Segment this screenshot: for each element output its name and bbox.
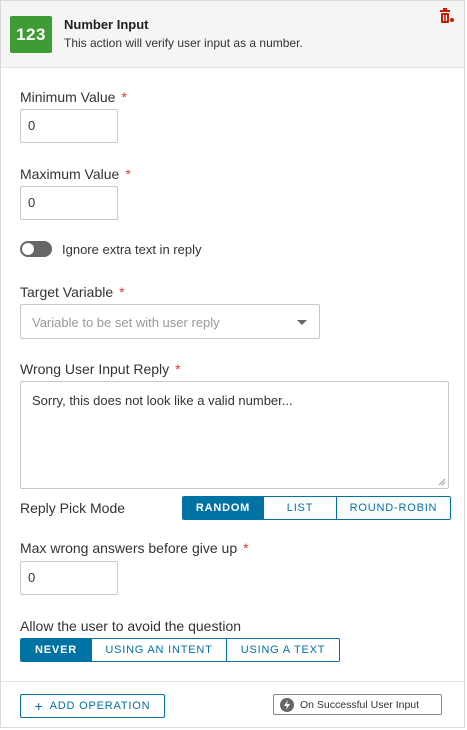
toggle-knob bbox=[22, 243, 34, 255]
toggle-label: Ignore extra text in reply bbox=[62, 241, 202, 257]
reply-pick-mode-label: Reply Pick Mode bbox=[20, 500, 126, 516]
avoid-using-text-button[interactable]: USING A TEXT bbox=[226, 639, 339, 661]
required-marker: * bbox=[243, 540, 249, 556]
required-marker: * bbox=[125, 166, 131, 182]
action-title: Number Input bbox=[64, 17, 149, 32]
number-input-panel: 123 Number Input This action will verify… bbox=[0, 0, 465, 728]
add-operation-button[interactable]: + ADD OPERATION bbox=[20, 694, 165, 718]
on-successful-input-button[interactable]: On Successful User Input bbox=[273, 694, 442, 715]
max-value-input[interactable]: 0 bbox=[20, 186, 118, 220]
avoid-never-button[interactable]: NEVER bbox=[21, 639, 91, 661]
max-value-label: Maximum Value * bbox=[20, 166, 131, 182]
ignore-extra-text-toggle[interactable] bbox=[20, 241, 52, 257]
avoid-question-segmented: NEVER USING AN INTENT USING A TEXT bbox=[20, 638, 340, 662]
ignore-extra-text-toggle-row: Ignore extra text in reply bbox=[20, 241, 201, 257]
pick-mode-round-robin-button[interactable]: ROUND-ROBIN bbox=[336, 497, 450, 519]
avoid-question-label: Allow the user to avoid the question bbox=[20, 618, 242, 634]
add-operation-label: ADD OPERATION bbox=[49, 700, 151, 712]
number-badge-icon: 123 bbox=[10, 16, 52, 53]
required-marker: * bbox=[119, 284, 125, 300]
avoid-using-intent-button[interactable]: USING AN INTENT bbox=[91, 639, 226, 661]
min-value-label: Minimum Value * bbox=[20, 89, 127, 105]
required-marker: * bbox=[121, 89, 127, 105]
resize-grip-icon[interactable] bbox=[438, 478, 446, 486]
target-variable-label: Target Variable * bbox=[20, 284, 125, 300]
wrong-reply-label: Wrong User Input Reply * bbox=[20, 361, 181, 377]
wrong-reply-text: Sorry, this does not look like a valid n… bbox=[32, 393, 293, 408]
wrong-reply-textarea[interactable]: Sorry, this does not look like a valid n… bbox=[20, 381, 449, 489]
max-wrong-label: Max wrong answers before give up * bbox=[20, 540, 249, 556]
reply-pick-mode-segmented: RANDOM LIST ROUND-ROBIN bbox=[182, 496, 451, 520]
pick-mode-random-button[interactable]: RANDOM bbox=[183, 497, 263, 519]
action-header: 123 Number Input This action will verify… bbox=[1, 1, 464, 68]
select-placeholder: Variable to be set with user reply bbox=[32, 315, 220, 330]
on-successful-input-label: On Successful User Input bbox=[300, 698, 420, 711]
lightning-icon bbox=[280, 697, 294, 712]
trash-icon[interactable] bbox=[440, 7, 454, 23]
action-description: This action will verify user input as a … bbox=[64, 36, 303, 50]
pick-mode-list-button[interactable]: LIST bbox=[263, 497, 336, 519]
min-value-input[interactable]: 0 bbox=[20, 109, 118, 143]
max-wrong-input[interactable]: 0 bbox=[20, 561, 118, 595]
footer-divider bbox=[1, 681, 464, 682]
plus-icon: + bbox=[34, 698, 44, 714]
target-variable-select[interactable]: Variable to be set with user reply bbox=[20, 304, 320, 339]
chevron-down-icon bbox=[297, 320, 307, 325]
required-marker: * bbox=[175, 361, 181, 377]
